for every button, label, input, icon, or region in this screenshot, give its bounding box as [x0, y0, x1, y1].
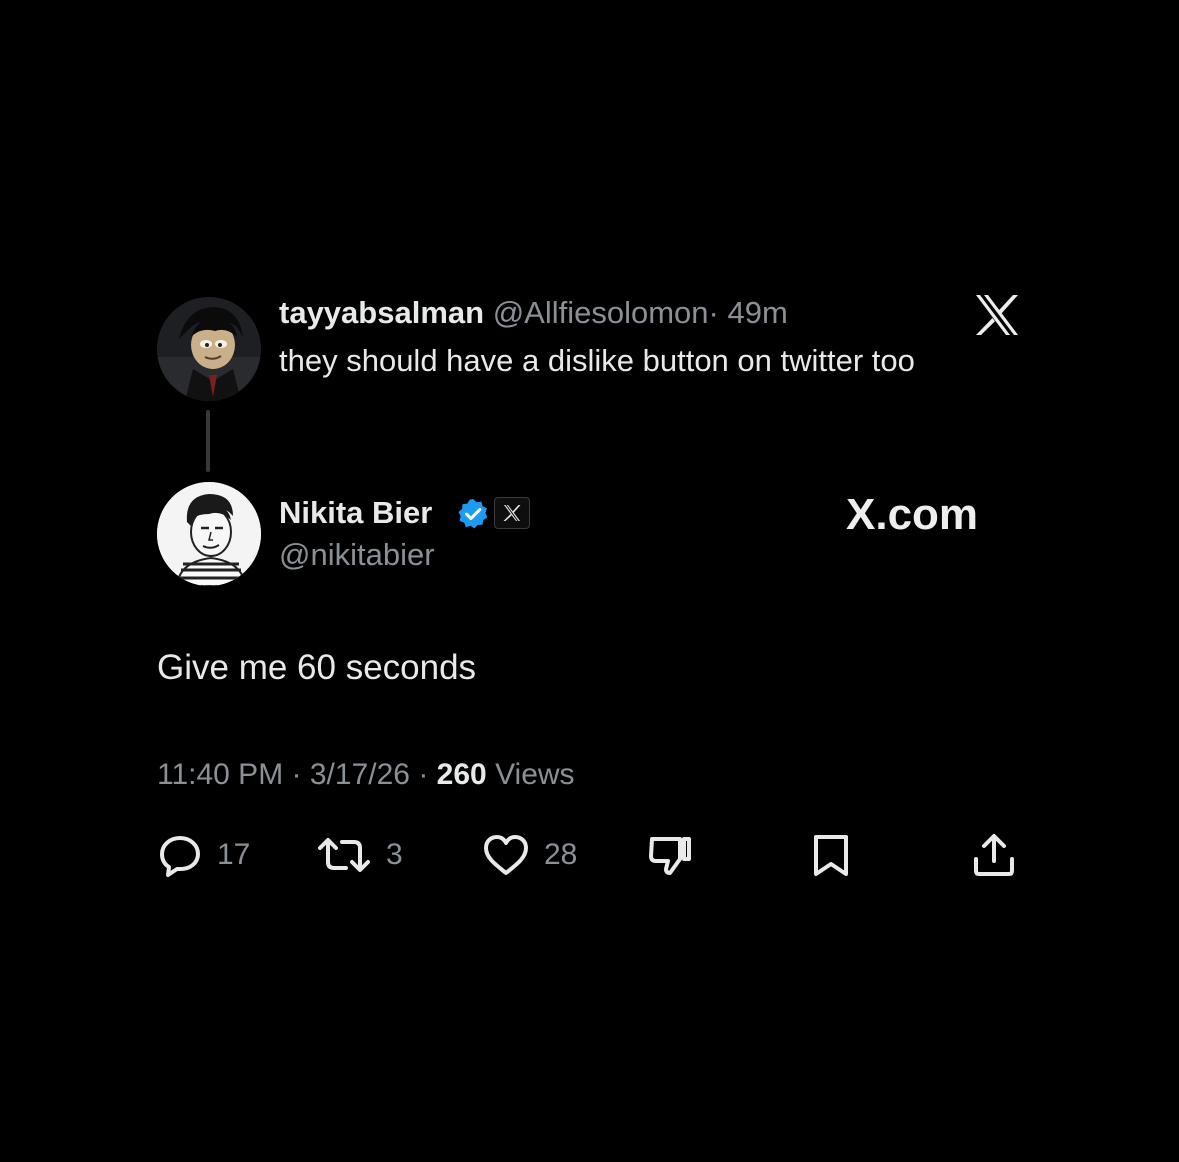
parent-tweet-text: they should have a dislike button on twi… — [279, 343, 915, 378]
like-count: 28 — [544, 838, 578, 871]
parent-avatar[interactable] — [157, 297, 261, 401]
bookmark-icon — [814, 835, 848, 876]
parent-display-name[interactable]: tayyabsalman — [279, 295, 484, 330]
meta-separator: · — [291, 758, 302, 791]
heart-icon — [484, 835, 528, 875]
main-handle[interactable]: @nikitabier — [279, 535, 435, 575]
main-avatar[interactable] — [157, 482, 261, 586]
main-display-name[interactable]: Nikita Bier — [279, 493, 432, 533]
parent-separator: · — [708, 295, 719, 330]
retweet-button[interactable]: 3 — [316, 830, 403, 880]
reply-button[interactable]: 17 — [157, 830, 250, 880]
sketch-avatar-icon — [157, 482, 261, 586]
share-icon — [974, 834, 1014, 876]
thumbs-down-icon — [649, 837, 691, 875]
x-affiliate-badge-icon[interactable] — [494, 497, 530, 529]
parent-timestamp[interactable]: 49m — [727, 295, 787, 330]
cartoon-avatar-icon — [157, 297, 261, 401]
retweet-icon — [318, 838, 370, 872]
reply-count: 17 — [217, 838, 251, 871]
meta-separator: · — [418, 758, 429, 791]
dislike-button[interactable] — [646, 830, 694, 880]
verified-badge-icon — [457, 498, 489, 530]
thread-connector-line — [206, 410, 210, 472]
reply-icon — [160, 836, 200, 877]
views-label: Views — [495, 758, 575, 791]
share-button[interactable] — [970, 830, 1018, 880]
x-logo-icon — [974, 294, 1020, 336]
tweet-meta-line: 11:40 PM · 3/17/26 · 260 Views — [157, 755, 575, 795]
like-button[interactable]: 28 — [482, 830, 577, 880]
tweet-time[interactable]: 11:40 PM — [157, 758, 283, 791]
views-count[interactable]: 260 — [437, 758, 487, 791]
tweet-date[interactable]: 3/17/26 — [310, 758, 410, 791]
main-tweet-text: Give me 60 seconds — [157, 648, 477, 687]
brand-watermark: X.com — [846, 490, 979, 539]
parent-tweet-header: tayyabsalman @Allfiesolomon· 49m — [279, 293, 788, 333]
parent-handle[interactable]: @Allfiesolomon — [493, 295, 709, 330]
bookmark-button[interactable] — [810, 830, 852, 880]
retweet-count: 3 — [386, 838, 403, 871]
